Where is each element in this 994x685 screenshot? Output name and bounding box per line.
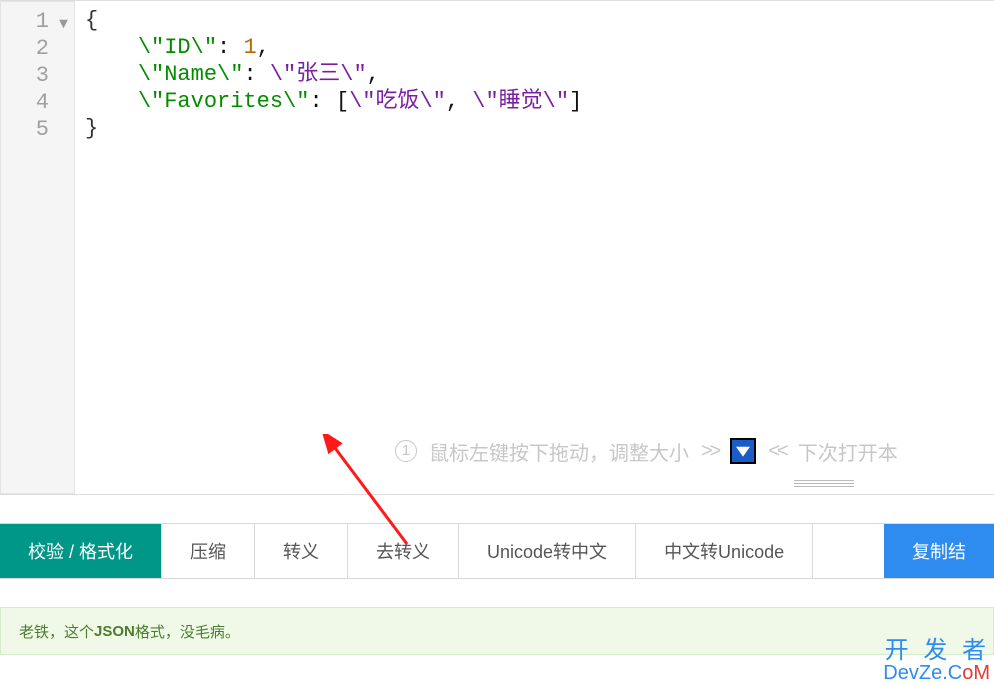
fold-toggle-icon[interactable]: ▼: [59, 11, 68, 38]
unescape-button[interactable]: 去转义: [348, 524, 459, 578]
minify-button[interactable]: 压缩: [162, 524, 255, 578]
brace-close: }: [85, 116, 98, 141]
code-editor: 1 2 3 4 5 ▼ { \"ID\": 1, \"Name\": \"张三\…: [0, 0, 994, 495]
json-key: \"Favorites\": [138, 89, 310, 114]
dropdown-toggle-icon[interactable]: [730, 438, 756, 464]
json-string: \"张三\": [270, 62, 367, 87]
line-number: 1: [1, 8, 49, 35]
resize-hint: 1 鼠标左键按下拖动，调整大小 >> << 下次打开本: [0, 436, 994, 466]
line-number: 4: [1, 89, 49, 116]
json-key: \"ID\": [138, 35, 217, 60]
action-toolbar: 校验 / 格式化 压缩 转义 去转义 Unicode转中文 中文转Unicode…: [0, 523, 994, 579]
hint-text: 鼠标左键按下拖动，调整大小: [429, 437, 689, 466]
validation-status: 老铁，这个 JSON 格式，没毛病。: [0, 607, 994, 655]
json-key: \"Name\": [138, 62, 244, 87]
line-number: 3: [1, 62, 49, 89]
line-gutter: 1 2 3 4 5 ▼: [0, 1, 75, 494]
json-string: \"吃饭\": [349, 89, 446, 114]
site-watermark: 开 发 者 DevZe.CoM: [883, 639, 990, 683]
escape-button[interactable]: 转义: [255, 524, 348, 578]
arrows-right-icon: >>: [701, 440, 718, 463]
resize-handle-icon[interactable]: [794, 480, 854, 488]
json-string: \"睡觉\": [472, 89, 569, 114]
chinese-to-unicode-button[interactable]: 中文转Unicode: [636, 524, 813, 578]
brace-open: {: [85, 8, 98, 33]
code-area[interactable]: { \"ID\": 1, \"Name\": \"张三\", \"Favorit…: [75, 1, 994, 494]
step-badge: 1: [395, 440, 417, 462]
validate-format-button[interactable]: 校验 / 格式化: [0, 524, 162, 578]
json-number: 1: [243, 35, 256, 60]
watermark-en: DevZe.CoM: [883, 663, 990, 683]
arrows-left-icon: <<: [768, 440, 785, 463]
status-text-bold: JSON: [94, 623, 135, 640]
status-text-post: 格式，没毛病。: [135, 621, 240, 642]
hint-tail: 下次打开本: [798, 437, 898, 466]
unicode-to-chinese-button[interactable]: Unicode转中文: [459, 524, 636, 578]
copy-result-button[interactable]: 复制结: [884, 524, 994, 578]
line-number: 5: [1, 116, 49, 143]
watermark-zh: 开 发 者: [883, 639, 990, 663]
line-number: 2: [1, 35, 49, 62]
status-text-pre: 老铁，这个: [19, 621, 94, 642]
